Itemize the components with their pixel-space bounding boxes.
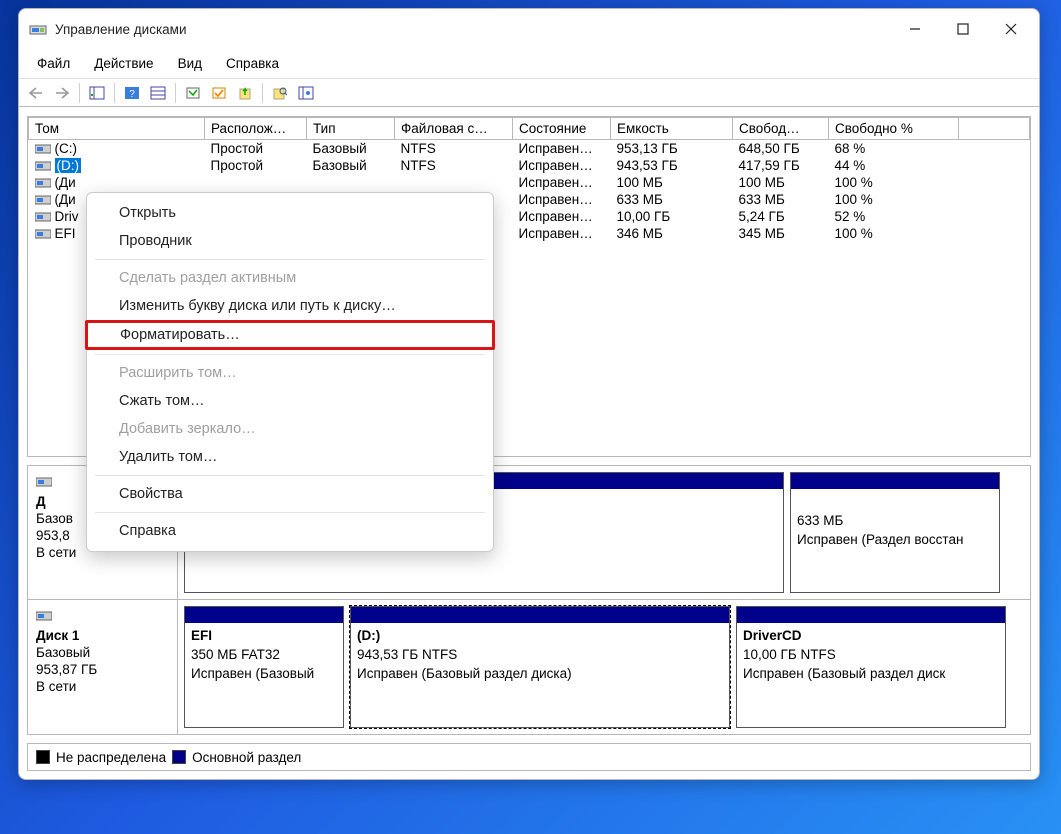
menu-help[interactable]: Справка [214,52,291,75]
col-capacity[interactable]: Емкость [611,118,733,140]
col-freepct[interactable]: Свободно % [829,118,959,140]
volume-icon [35,211,51,223]
table-row[interactable]: (ДиИсправен…100 МБ100 МБ100 % [29,174,1030,191]
table-row[interactable]: (D:)ПростойБазовыйNTFSИсправен…943,53 ГБ… [29,157,1030,174]
menu-action[interactable]: Действие [82,52,165,75]
volume-icon [35,143,51,155]
help-icon[interactable]: ? [120,82,144,104]
maximize-button[interactable] [939,9,987,49]
volume-icon [35,160,51,172]
ctx-format[interactable]: Форматировать… [85,320,495,350]
table-row[interactable]: (C:)ПростойБазовыйNTFSИсправен…953,13 ГБ… [29,140,1030,158]
check-icon[interactable] [207,82,231,104]
legend-unallocated-label: Не распределена [56,750,166,765]
ctx-extend: Расширить том… [87,359,493,387]
volume-icon [35,228,51,240]
partition[interactable]: DriverCD10,00 ГБ NTFSИсправен (Базовый р… [736,606,1006,728]
partition[interactable]: EFI350 МБ FAT32Исправен (Базовый [184,606,344,728]
ctx-separator [95,354,485,355]
ctx-mirror: Добавить зеркало… [87,415,493,443]
col-filesystem[interactable]: Файловая с… [395,118,513,140]
ctx-delete[interactable]: Удалить том… [87,443,493,471]
ctx-shrink[interactable]: Сжать том… [87,387,493,415]
toolbar-separator [175,83,176,103]
disk-mgmt-icon [29,20,47,38]
toolbar-separator [114,83,115,103]
partition[interactable]: (D:)943,53 ГБ NTFSИсправен (Базовый разд… [350,606,730,728]
partition-header [791,473,999,489]
menubar: Файл Действие Вид Справка [19,49,1039,79]
disk-row: Диск 1Базовый953,87 ГБВ сетиEFI350 МБ FA… [28,600,1030,734]
svg-text:?: ? [129,89,135,100]
legend: Не распределена Основной раздел [27,743,1031,771]
disk-icon [36,610,54,624]
partition-header [737,607,1005,623]
legend-primary-label: Основной раздел [192,750,301,765]
properties-icon[interactable] [294,82,318,104]
detail-icon[interactable] [146,82,170,104]
partition-header [185,607,343,623]
menu-view[interactable]: Вид [166,52,214,75]
context-menu: Открыть Проводник Сделать раздел активны… [86,192,494,552]
disk-icon [36,476,54,490]
ctx-open[interactable]: Открыть [87,199,493,227]
search-icon[interactable] [268,82,292,104]
ctx-explorer[interactable]: Проводник [87,227,493,255]
col-layout[interactable]: Располож… [205,118,307,140]
ctx-separator [95,512,485,513]
show-tree-icon[interactable] [85,82,109,104]
volume-icon [35,194,51,206]
refresh-icon[interactable] [181,82,205,104]
partition-header [351,607,729,623]
toolbar: ? [19,79,1039,107]
col-spacer [959,118,1030,140]
table-header-row: Том Располож… Тип Файловая с… Состояние … [29,118,1030,140]
back-icon[interactable] [24,82,48,104]
legend-primary-swatch [172,750,186,764]
minimize-button[interactable] [891,9,939,49]
ctx-mark-active: Сделать раздел активным [87,264,493,292]
ctx-separator [95,259,485,260]
close-button[interactable] [987,9,1035,49]
partition[interactable]: 633 МБИсправен (Раздел восстан [790,472,1000,593]
col-type[interactable]: Тип [307,118,395,140]
toolbar-separator [79,83,80,103]
toolbar-separator [262,83,263,103]
volume-icon [35,177,51,189]
col-status[interactable]: Состояние [513,118,611,140]
col-free[interactable]: Свобод… [733,118,829,140]
ctx-change-letter[interactable]: Изменить букву диска или путь к диску… [87,292,493,320]
titlebar: Управление дисками [19,9,1039,49]
disk-info[interactable]: Диск 1Базовый953,87 ГБВ сети [28,600,178,734]
rescan-icon[interactable] [233,82,257,104]
menu-file[interactable]: Файл [25,52,82,75]
ctx-properties[interactable]: Свойства [87,480,493,508]
col-volume[interactable]: Том [29,118,205,140]
legend-unallocated-swatch [36,750,50,764]
partition-container: EFI350 МБ FAT32Исправен (Базовый(D:)943,… [178,600,1030,734]
ctx-separator [95,475,485,476]
window-title: Управление дисками [55,22,891,37]
ctx-help[interactable]: Справка [87,517,493,545]
forward-icon[interactable] [50,82,74,104]
